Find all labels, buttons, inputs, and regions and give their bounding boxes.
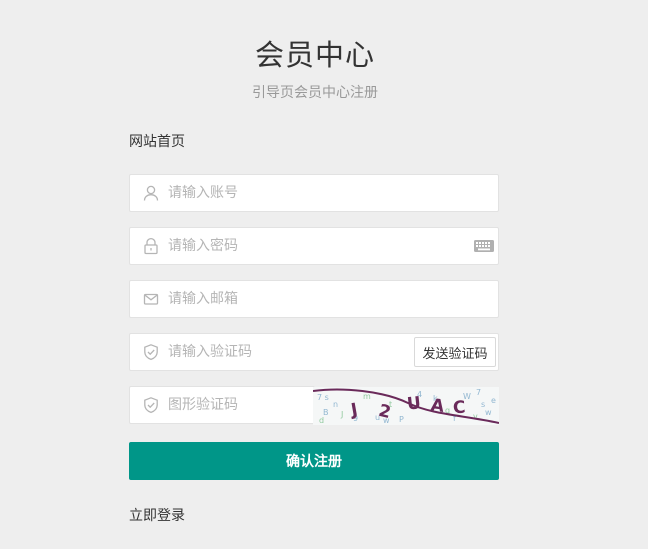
- home-link[interactable]: 网站首页: [129, 131, 185, 151]
- svg-text:J: J: [340, 410, 343, 419]
- mail-icon: [143, 293, 159, 305]
- svg-text:m: m: [363, 392, 371, 401]
- email-input[interactable]: [168, 281, 488, 317]
- page-title: 会员中心: [254, 38, 375, 72]
- lock-icon: [144, 237, 158, 255]
- account-field[interactable]: [129, 174, 499, 212]
- captcha-image[interactable]: 7 sBn 9uw P4k fW7 swe dJm tqv J 2 U A C: [313, 387, 499, 425]
- account-input[interactable]: [168, 175, 488, 211]
- shield-icon: [144, 397, 158, 414]
- svg-text:U: U: [406, 393, 422, 414]
- shield-icon: [144, 344, 158, 361]
- svg-text:P: P: [399, 415, 404, 424]
- svg-text:2: 2: [377, 401, 393, 423]
- email-field[interactable]: [129, 280, 499, 318]
- svg-text:C: C: [452, 398, 466, 419]
- svg-text:7 s: 7 s: [317, 393, 329, 402]
- svg-text:e: e: [491, 396, 496, 405]
- svg-text:w: w: [485, 408, 492, 417]
- password-field[interactable]: [129, 227, 499, 265]
- password-input[interactable]: [168, 228, 458, 264]
- keyboard-icon[interactable]: [474, 238, 494, 254]
- captcha-field[interactable]: [129, 386, 315, 424]
- verify-code-field[interactable]: 发送验证码: [129, 333, 499, 371]
- svg-text:J: J: [349, 400, 360, 421]
- captcha-input[interactable]: [168, 387, 308, 423]
- user-icon: [143, 185, 159, 201]
- page-subtitle: 引导页会员中心注册: [252, 85, 378, 101]
- svg-text:n: n: [333, 400, 338, 409]
- captcha-graphic: 7 sBn 9uw P4 k fW 7 swe dJm tqv J 2 U A C: [313, 388, 499, 425]
- login-link[interactable]: 立即登录: [129, 505, 185, 525]
- register-submit-button[interactable]: 确认注册: [129, 442, 499, 480]
- send-code-button[interactable]: 发送验证码: [414, 337, 496, 367]
- svg-text:7: 7: [476, 388, 481, 397]
- verify-code-input[interactable]: [168, 334, 398, 370]
- svg-text:d: d: [319, 416, 324, 425]
